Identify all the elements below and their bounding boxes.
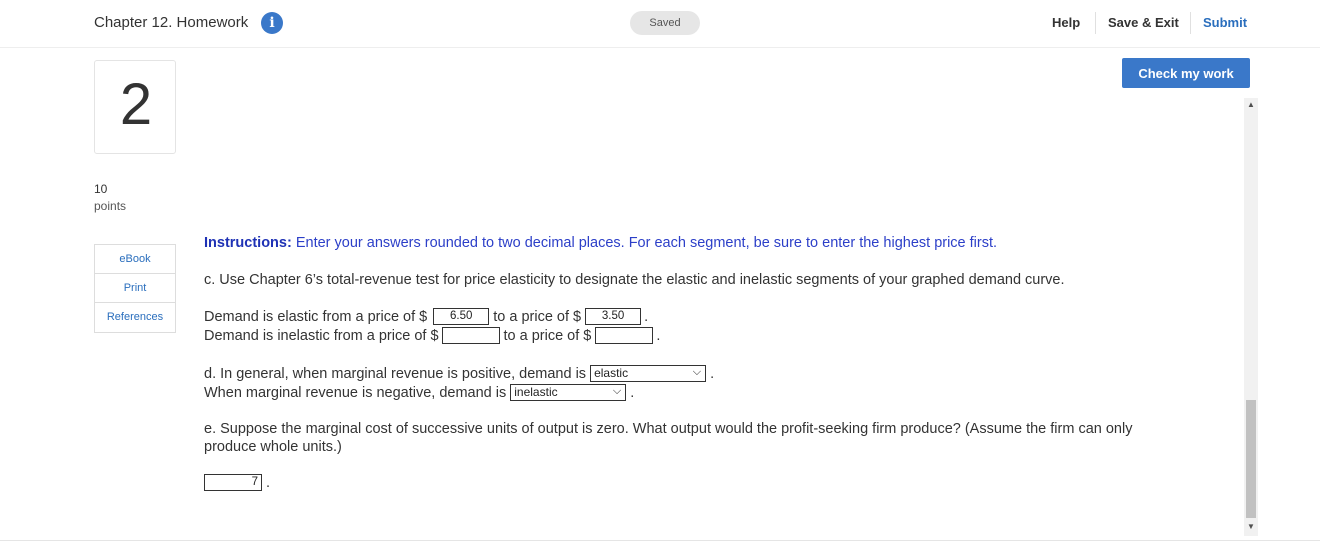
- elastic-select[interactable]: elastic ⌵: [590, 365, 707, 382]
- points-label: points: [94, 199, 127, 213]
- period: .: [266, 474, 271, 491]
- inelastic-line: Demand is inelastic from a price of $ to…: [204, 327, 660, 344]
- print-link[interactable]: Print: [95, 274, 175, 303]
- ebook-link[interactable]: eBook: [95, 245, 175, 274]
- period: .: [656, 327, 661, 344]
- bottom-divider: [0, 540, 1320, 541]
- scrollbar-thumb[interactable]: [1246, 400, 1256, 518]
- nav-divider: [1095, 12, 1096, 34]
- instructions-label: Instructions:: [204, 235, 292, 251]
- part-c-text: c. Use Chapter 6’s total-revenue test fo…: [204, 272, 1065, 288]
- period: .: [630, 384, 635, 401]
- points-value: 10: [94, 182, 108, 196]
- elastic-prefix: Demand is elastic from a price of $: [204, 308, 428, 325]
- info-icon[interactable]: i: [261, 12, 283, 34]
- help-link[interactable]: Help: [1052, 15, 1080, 30]
- nav-divider: [1190, 12, 1191, 34]
- elastic-mid: to a price of $: [493, 308, 582, 325]
- saved-status-badge: Saved: [630, 11, 700, 35]
- inelastic-prefix: Demand is inelastic from a price of $: [204, 327, 439, 344]
- submit-link[interactable]: Submit: [1203, 15, 1247, 30]
- save-exit-link[interactable]: Save & Exit: [1108, 15, 1179, 30]
- period: .: [710, 365, 715, 382]
- question-number-box: 2: [94, 60, 176, 154]
- references-link[interactable]: References: [95, 303, 175, 332]
- top-bar: Chapter 12. Homework i Saved Help Save &…: [0, 0, 1320, 48]
- part-d-line-2: When marginal revenue is negative, deman…: [204, 384, 634, 401]
- period: .: [644, 308, 649, 325]
- elastic-from-input[interactable]: 6.50: [433, 308, 490, 325]
- elastic-to-input[interactable]: 3.50: [585, 308, 642, 325]
- instructions-text: Enter your answers rounded to two decima…: [291, 235, 998, 251]
- elastic-line: Demand is elastic from a price of $ 6.50…: [204, 308, 648, 325]
- inelastic-mid: to a price of $: [503, 327, 592, 344]
- inelastic-from-input[interactable]: [441, 327, 500, 344]
- inelastic-select-value: inelastic: [514, 385, 558, 399]
- chevron-down-icon: ⌵: [612, 385, 622, 397]
- check-my-work-button[interactable]: Check my work: [1122, 58, 1250, 88]
- assignment-title: Chapter 12. Homework: [94, 14, 249, 31]
- inelastic-select[interactable]: inelastic ⌵: [510, 384, 627, 401]
- part-d-text-1: d. In general, when marginal revenue is …: [204, 365, 587, 382]
- output-input[interactable]: 7: [204, 474, 262, 491]
- inelastic-to-input[interactable]: [595, 327, 654, 344]
- instructions: Instructions: Enter your answers rounded…: [204, 235, 997, 251]
- question-number: 2: [119, 72, 153, 137]
- part-d-text-2: When marginal revenue is negative, deman…: [204, 384, 507, 401]
- part-e-text: e. Suppose the marginal cost of successi…: [204, 421, 1133, 455]
- part-e-answer-line: 7 .: [204, 474, 270, 491]
- scroll-down-arrow-icon[interactable]: ▼: [1244, 520, 1258, 534]
- elastic-select-value: elastic: [594, 366, 629, 380]
- chevron-down-icon: ⌵: [692, 366, 702, 378]
- part-d-line-1: d. In general, when marginal revenue is …: [204, 365, 714, 382]
- scroll-up-arrow-icon[interactable]: ▲: [1244, 98, 1258, 112]
- resources-panel: eBook Print References: [94, 244, 176, 333]
